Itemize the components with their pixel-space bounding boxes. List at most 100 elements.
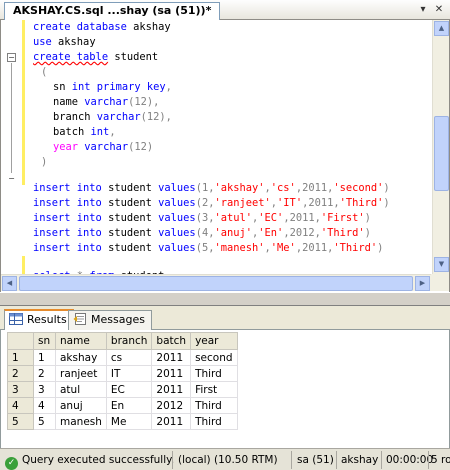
close-tab-button[interactable]: ✕ (432, 3, 446, 16)
column-header[interactable]: name (55, 332, 107, 350)
code-line: create database akshay (33, 21, 171, 33)
grid-cell[interactable]: 2011 (151, 381, 192, 398)
code-line: insert into student values(5,'manesh','M… (33, 242, 384, 254)
table-row[interactable]: 1 1 akshay cs 2011 second (7, 349, 238, 366)
column-header[interactable]: sn (33, 332, 56, 350)
grid-cell[interactable]: 5 (33, 413, 56, 430)
table-row[interactable]: 3 3 atul EC 2011 First (7, 381, 238, 398)
tab-results-label: Results (27, 313, 67, 326)
vertical-scroll-thumb[interactable] (434, 116, 449, 191)
results-grid[interactable]: sn name branch batch year 1 1 akshay cs … (7, 332, 238, 430)
column-header[interactable]: batch (151, 332, 192, 350)
success-check-icon: ✓ (5, 457, 18, 470)
status-divider (172, 451, 173, 469)
grid-cell[interactable]: 1 (33, 349, 56, 366)
code-line: batch int, (53, 126, 116, 138)
table-row[interactable]: 5 5 manesh Me 2011 Third (7, 413, 238, 430)
grid-cell[interactable]: Third (190, 397, 238, 414)
status-row-count: 5 rows (431, 454, 450, 466)
document-tab-strip: AKSHAY.CS.sql ...shay (sa (51))* ▾ ✕ (0, 0, 450, 20)
outline-line (11, 63, 12, 173)
code-line: insert into student values(2,'ranjeet','… (33, 197, 390, 209)
row-number[interactable]: 1 (7, 349, 34, 366)
code-area[interactable]: create database akshay use akshay create… (25, 20, 429, 292)
editor-vertical-scrollbar[interactable]: ▲ ▼ (432, 20, 449, 274)
status-divider (336, 451, 337, 469)
horizontal-scroll-thumb[interactable] (19, 276, 413, 291)
status-elapsed-time: 00:00:00 (386, 454, 434, 466)
code-line: insert into student values(1,'akshay','c… (33, 182, 390, 194)
query-document-tab[interactable]: AKSHAY.CS.sql ...shay (sa (51))* (4, 2, 221, 20)
grid-cell[interactable]: cs (105, 349, 153, 366)
grid-cell[interactable]: 4 (33, 397, 56, 414)
status-message: Query executed successfully. (22, 454, 175, 466)
query-editor[interactable]: − − create database akshay use akshay cr… (0, 20, 450, 292)
grid-cell[interactable]: Me (105, 413, 153, 430)
query-status: ✓ Query executed successfully. (5, 452, 175, 470)
code-line: create table student (33, 51, 159, 63)
grid-header-row: sn name branch batch year (7, 332, 238, 350)
tab-results[interactable]: Results (4, 309, 74, 331)
code-line: year varchar(12) (53, 141, 154, 153)
code-line: name varchar(12), (53, 96, 160, 108)
tab-messages-label: Messages (91, 313, 145, 326)
code-line: insert into student values(3,'atul','EC'… (33, 212, 371, 224)
status-database: akshay (341, 454, 379, 466)
grid-cell[interactable]: ranjeet (55, 365, 107, 382)
grid-cell[interactable]: 2011 (151, 349, 192, 366)
table-row[interactable]: 4 4 anuj En 2012 Third (7, 397, 238, 414)
messages-icon (73, 313, 87, 325)
grid-cell[interactable]: manesh (55, 413, 107, 430)
grid-cell[interactable]: 2011 (151, 365, 192, 382)
tab-messages[interactable]: Messages (68, 310, 152, 330)
code-line: ( (41, 66, 48, 78)
outline-end-icon: − (8, 174, 15, 183)
status-login: sa (51) (297, 454, 334, 466)
editor-horizontal-scrollbar[interactable]: ◀ ▶ (1, 274, 432, 291)
code-line: insert into student values(4,'anuj','En'… (33, 227, 371, 239)
code-line: branch varchar(12), (53, 111, 172, 123)
row-number[interactable]: 2 (7, 365, 34, 382)
scroll-up-arrow-icon[interactable]: ▲ (434, 21, 449, 36)
results-pane: sn name branch batch year 1 1 akshay cs … (0, 330, 450, 448)
grid-cell[interactable]: First (190, 381, 238, 398)
code-line: use akshay (33, 36, 96, 48)
scroll-down-arrow-icon[interactable]: ▼ (434, 257, 449, 272)
editor-gutter: − − (1, 20, 25, 292)
scroll-left-arrow-icon[interactable]: ◀ (2, 276, 17, 291)
status-divider (381, 451, 382, 469)
grid-cell[interactable]: second (190, 349, 238, 366)
code-line: ) (41, 156, 48, 168)
grid-cell[interactable]: 2011 (151, 413, 192, 430)
editor-results-splitter[interactable] (0, 292, 450, 306)
column-header[interactable]: branch (105, 332, 153, 350)
grid-cell[interactable]: atul (55, 381, 107, 398)
status-server: (local) (10.50 RTM) (178, 454, 278, 466)
status-divider (428, 451, 429, 469)
column-header[interactable]: year (190, 332, 238, 350)
grid-cell[interactable]: 2012 (151, 397, 192, 414)
scroll-right-arrow-icon[interactable]: ▶ (415, 276, 430, 291)
status-bar: ✓ Query executed successfully. (local) (1… (0, 448, 450, 470)
row-number[interactable]: 3 (7, 381, 34, 398)
row-number-header[interactable] (7, 332, 34, 350)
row-number[interactable]: 4 (7, 397, 34, 414)
code-line: sn int primary key, (53, 81, 172, 93)
grid-cell[interactable]: IT (105, 365, 153, 382)
scrollbar-corner (431, 274, 449, 291)
collapse-toggle-icon[interactable]: − (7, 53, 16, 62)
row-number[interactable]: 5 (7, 413, 34, 430)
status-divider (291, 451, 292, 469)
grid-cell[interactable]: EC (105, 381, 153, 398)
grid-cell[interactable]: Third (190, 365, 238, 382)
grid-cell[interactable]: En (105, 397, 153, 414)
grid-cell[interactable]: 3 (33, 381, 56, 398)
results-tab-strip: Results Messages (0, 306, 450, 331)
grid-cell[interactable]: anuj (55, 397, 107, 414)
grid-cell[interactable]: Third (190, 413, 238, 430)
grid-icon (9, 313, 23, 325)
window-menu-button[interactable]: ▾ (416, 3, 430, 16)
grid-cell[interactable]: akshay (55, 349, 107, 366)
grid-cell[interactable]: 2 (33, 365, 56, 382)
table-row[interactable]: 2 2 ranjeet IT 2011 Third (7, 365, 238, 382)
